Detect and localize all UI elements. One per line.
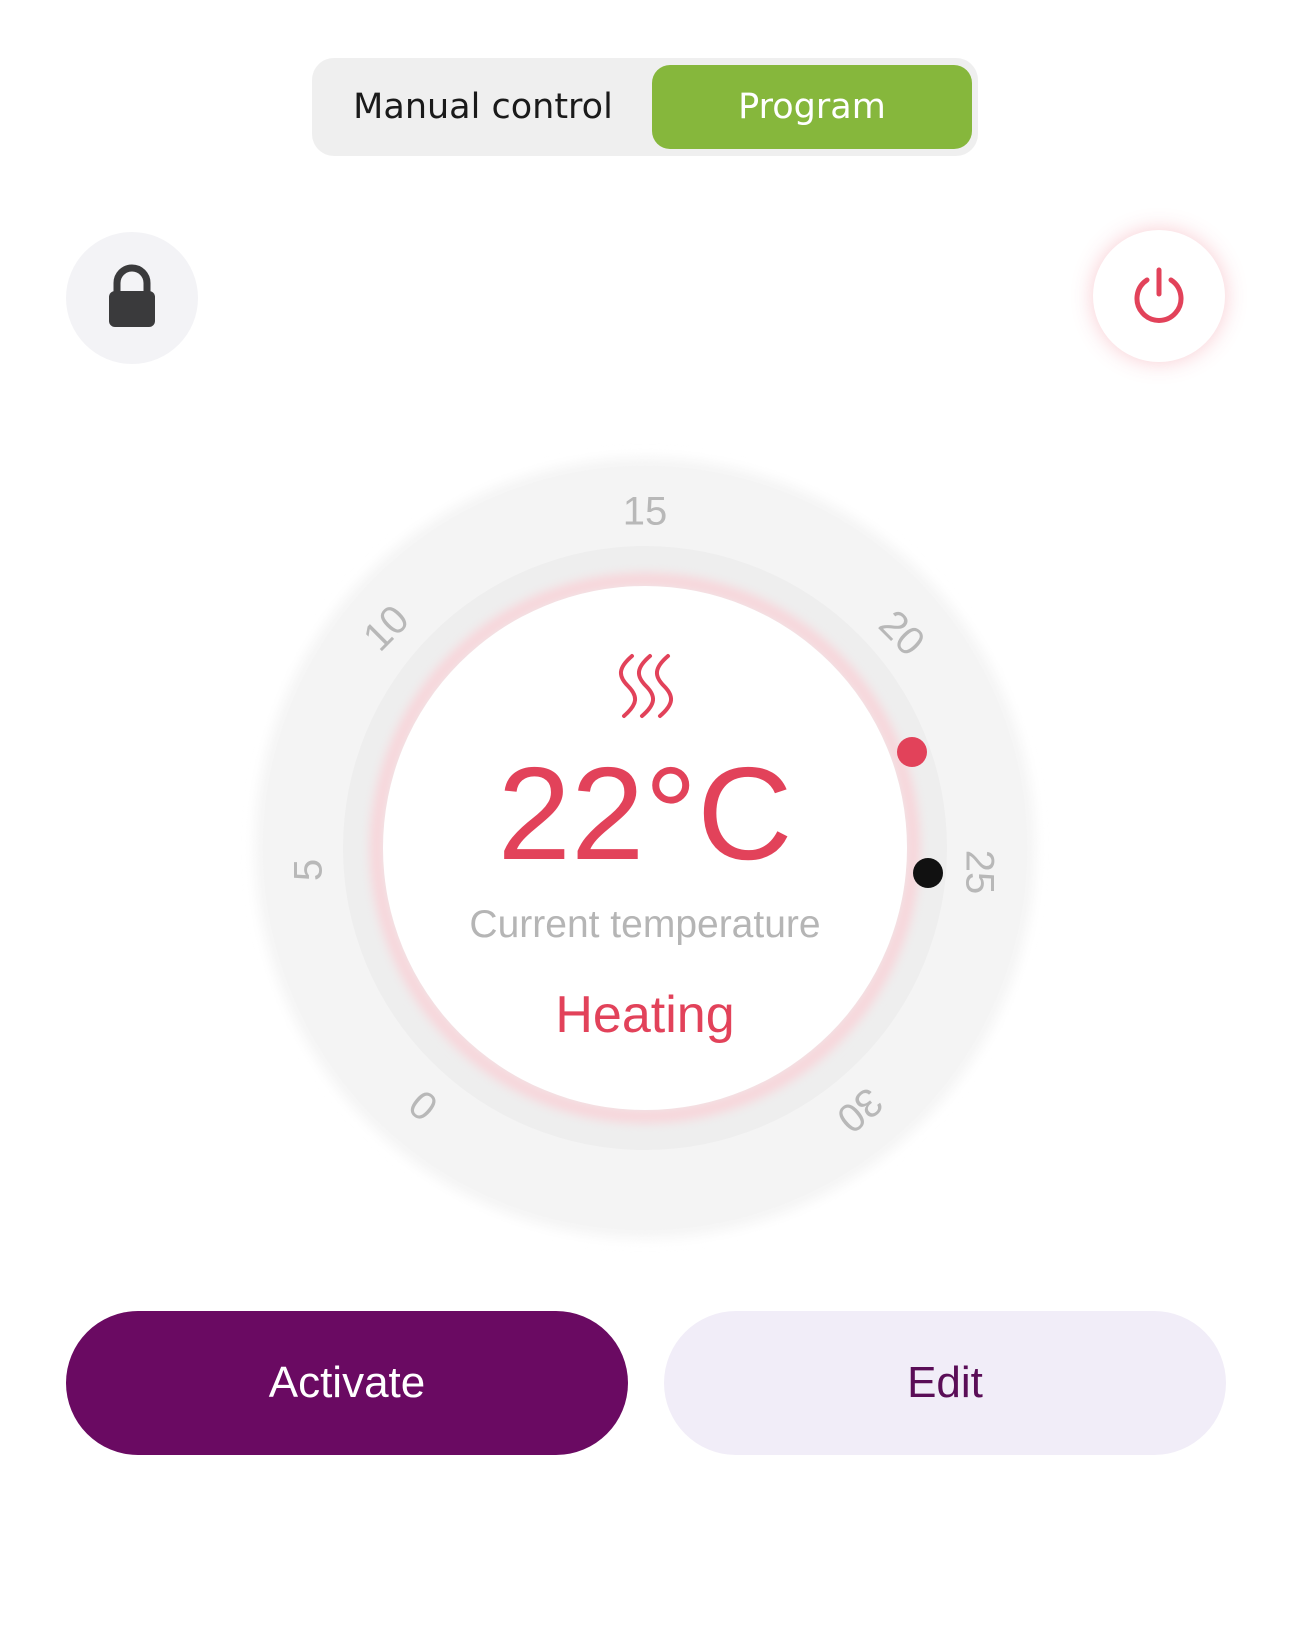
- lock-button[interactable]: [66, 232, 198, 364]
- activate-button[interactable]: Activate: [66, 1311, 628, 1455]
- manual-control-tab[interactable]: Manual control: [318, 65, 648, 149]
- program-tab[interactable]: Program: [652, 65, 972, 149]
- current-temperature-value: 22°C: [497, 740, 793, 887]
- mode-switch: Manual control Program: [312, 58, 978, 156]
- power-icon: [1134, 267, 1184, 323]
- power-button[interactable]: [1093, 230, 1225, 362]
- temperature-dial: 0 5 10 15 20 25 30: [255, 458, 1035, 1238]
- current-temperature-label: Current temperature: [469, 903, 821, 946]
- tick-label-15: 15: [623, 490, 668, 534]
- lock-icon: [109, 264, 155, 327]
- heating-status: Heating: [555, 986, 735, 1044]
- edit-button[interactable]: Edit: [664, 1311, 1226, 1455]
